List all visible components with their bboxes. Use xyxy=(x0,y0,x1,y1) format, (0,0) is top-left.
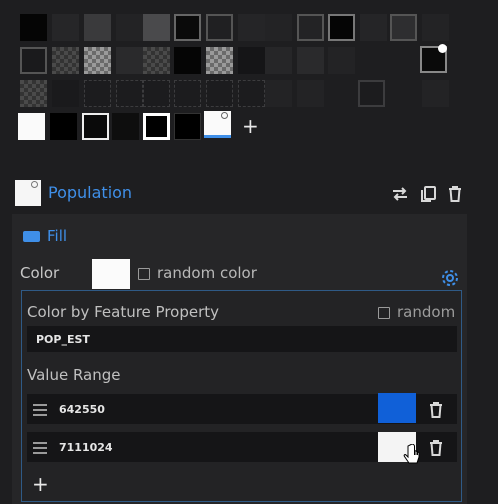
swatch[interactable] xyxy=(18,113,45,140)
trash-icon[interactable] xyxy=(426,400,446,420)
swatch[interactable] xyxy=(422,14,449,41)
layer-name[interactable]: Population xyxy=(48,183,132,202)
duplicate-icon[interactable] xyxy=(418,184,438,204)
fill-label[interactable]: Fill xyxy=(47,227,67,245)
swatch[interactable] xyxy=(174,14,201,41)
swatch[interactable] xyxy=(82,113,109,140)
swatch[interactable] xyxy=(238,80,265,107)
swatch[interactable] xyxy=(116,14,143,41)
gear-icon xyxy=(438,44,447,53)
settings-gear-icon[interactable] xyxy=(440,268,460,288)
swatch[interactable] xyxy=(265,47,292,74)
add-swatch-button[interactable]: + xyxy=(242,116,259,136)
swatch[interactable] xyxy=(206,47,233,74)
value-range-label: Value Range xyxy=(27,366,121,384)
swatch[interactable] xyxy=(50,113,77,140)
swatch[interactable] xyxy=(143,47,170,74)
swap-icon[interactable] xyxy=(390,184,410,204)
swatch[interactable] xyxy=(328,14,355,41)
swatch[interactable] xyxy=(52,14,79,41)
swatch[interactable] xyxy=(206,80,233,107)
swatch[interactable] xyxy=(358,80,385,107)
color-label: Color xyxy=(20,264,60,282)
swatch[interactable] xyxy=(84,80,111,107)
random-color-checkbox[interactable] xyxy=(138,268,150,280)
swatch[interactable] xyxy=(143,14,170,41)
gear-icon xyxy=(31,181,38,188)
hand-cursor-icon xyxy=(403,444,420,464)
property-select[interactable] xyxy=(27,326,457,352)
swatch[interactable] xyxy=(143,113,170,140)
stop-color-swatch[interactable] xyxy=(378,393,416,423)
swatch[interactable] xyxy=(422,80,449,107)
swatch[interactable] xyxy=(20,14,47,41)
swatch[interactable] xyxy=(174,113,201,140)
random-label: random xyxy=(397,303,456,321)
swatch[interactable] xyxy=(265,14,292,41)
drag-handle-icon[interactable] xyxy=(33,404,47,419)
property-value: POP_EST xyxy=(36,333,90,346)
swatch[interactable] xyxy=(206,14,233,41)
stop-value[interactable]: 7111024 xyxy=(59,441,113,454)
swatch[interactable] xyxy=(360,14,387,41)
swatch[interactable] xyxy=(20,80,47,107)
swatch[interactable] xyxy=(174,80,201,107)
swatch[interactable] xyxy=(238,14,265,41)
swatch[interactable] xyxy=(116,47,143,74)
swatch[interactable] xyxy=(297,47,324,74)
random-checkbox[interactable] xyxy=(378,307,390,319)
swatch[interactable] xyxy=(116,80,143,107)
drag-handle-icon[interactable] xyxy=(33,442,47,457)
swatch[interactable] xyxy=(328,47,355,74)
random-color-label: random color xyxy=(157,264,257,282)
color-swatch[interactable] xyxy=(92,259,130,289)
fill-icon xyxy=(23,231,40,242)
stop-value[interactable]: 642550 xyxy=(59,403,105,416)
swatch[interactable] xyxy=(174,47,201,74)
trash-icon[interactable] xyxy=(426,438,446,458)
swatch[interactable] xyxy=(143,80,170,107)
swatch[interactable] xyxy=(84,14,111,41)
swatch[interactable] xyxy=(52,80,79,107)
add-stop-button[interactable]: + xyxy=(32,474,49,494)
trash-icon[interactable] xyxy=(445,184,465,204)
swatch[interactable] xyxy=(112,113,139,140)
swatch[interactable] xyxy=(297,14,324,41)
swatch[interactable] xyxy=(238,47,265,74)
swatch[interactable] xyxy=(265,80,292,107)
gear-icon xyxy=(221,112,228,119)
swatch[interactable] xyxy=(20,47,47,74)
swatch[interactable] xyxy=(52,47,79,74)
swatch[interactable] xyxy=(390,14,417,41)
swatch[interactable] xyxy=(297,80,324,107)
swatch[interactable] xyxy=(84,47,111,74)
color-by-feature-label: Color by Feature Property xyxy=(27,303,220,321)
